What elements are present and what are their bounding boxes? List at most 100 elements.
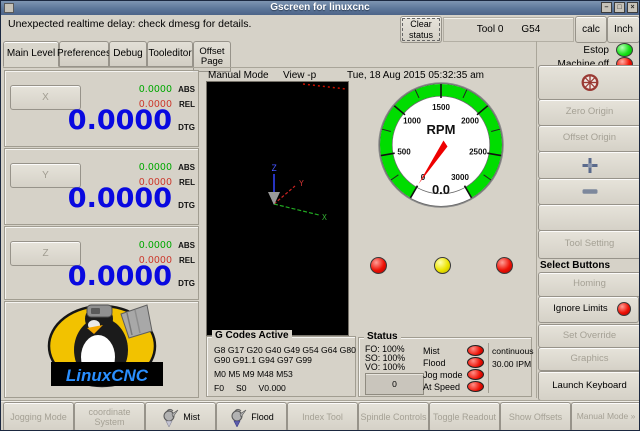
axis-x-frame: X 0.0000 ABS 0.0000 REL 0.0000 DTG: [4, 70, 199, 147]
estop-led: [616, 43, 633, 57]
speed-word: S0: [236, 383, 247, 393]
coordinate-system-button[interactable]: coordinate System: [74, 402, 145, 431]
homing-button[interactable]: Homing: [538, 272, 640, 297]
units-button[interactable]: Inch: [607, 16, 640, 43]
feed-word: F0: [214, 383, 224, 393]
abs-label: ABS: [178, 85, 195, 94]
status-divider: [488, 343, 489, 393]
z-axis-label: Z: [271, 164, 277, 174]
tool-number: Tool 0: [477, 24, 504, 35]
velocity-word: V0.000: [259, 383, 286, 393]
axis-z-frame: Z 0.0000 ABS 0.0000 REL 0.0000 DTG: [4, 226, 199, 300]
blank-button[interactable]: [538, 204, 640, 231]
y-axis-label: Y: [299, 179, 304, 188]
tool-setting-button[interactable]: Tool Setting: [538, 230, 640, 259]
svg-text:3000: 3000: [451, 173, 469, 182]
linuxcnc-logo: LinuxCNC: [5, 302, 198, 397]
gremlin-preview[interactable]: Z Y X: [206, 81, 349, 336]
x-axis-line: [274, 204, 319, 215]
rpm-gauge: 0 500 1000 1500 2000 2500 3000 RPM 0.0: [377, 80, 505, 210]
cross-move-icon: [581, 156, 599, 175]
bottom-divider: [1, 400, 639, 401]
svg-text:2000: 2000: [461, 117, 479, 126]
estop-label: Estop: [529, 45, 609, 56]
tool-cone-icon: [268, 192, 280, 205]
tab-main-level[interactable]: Main Level: [3, 41, 59, 67]
maximize-icon[interactable]: □: [614, 2, 625, 13]
manual-mode-button[interactable]: Manual Mode »: [571, 402, 640, 431]
gauge-title: RPM: [427, 122, 456, 137]
set-override-button[interactable]: Set Override: [538, 324, 640, 348]
sidebar-divider: [536, 41, 537, 398]
spindle-stop-led: [496, 257, 513, 274]
flood-status-label: Flood: [423, 358, 446, 368]
calc-button[interactable]: calc: [575, 16, 607, 43]
jog-mode-led: [467, 369, 484, 380]
jog-mode-label: Jog mode: [423, 370, 463, 380]
graphics-button[interactable]: Graphics: [538, 347, 640, 371]
gcode-line: G90 G91.1 G94 G97 G99: [214, 355, 312, 365]
flood-oilcan-icon: [229, 408, 247, 427]
rel-label: REL: [179, 178, 195, 187]
spindle-controls-button[interactable]: Spindle Controls: [358, 402, 429, 431]
toggle-readout-button[interactable]: Toggle Readout: [429, 402, 500, 431]
abs-label: ABS: [178, 241, 195, 250]
zero-origin-button[interactable]: Zero Origin: [538, 99, 640, 126]
override-spinbox[interactable]: 0: [365, 373, 424, 395]
spindle-fault-led: [370, 257, 387, 274]
gcodes-frame: G Codes Active G8 G17 G20 G40 G49 G54 G6…: [206, 336, 356, 397]
rel-label: REL: [179, 256, 195, 265]
titlebar[interactable]: Gscreen for linuxcnc – □ ×: [1, 1, 639, 15]
lifebuoy-icon: [581, 73, 599, 92]
abs-label: ABS: [178, 163, 195, 172]
x-axis-label: X: [322, 213, 327, 222]
tab-preferences[interactable]: Preferences: [59, 41, 109, 67]
svg-text:500: 500: [397, 148, 411, 157]
gcode-line: G8 G17 G20 G40 G49 G54 G64 G80: [214, 345, 356, 355]
mode-label: Manual Mode: [208, 70, 269, 81]
show-offsets-button[interactable]: Show Offsets: [500, 402, 571, 431]
tab-debug[interactable]: Debug: [109, 41, 147, 67]
gcode-system: G54: [521, 24, 540, 35]
axis-x-dtg-value: 0.0000: [68, 107, 172, 134]
svg-text:2500: 2500: [469, 148, 487, 157]
flood-button[interactable]: Flood: [216, 402, 287, 431]
app-window: Gscreen for linuxcnc – □ × Unexpected re…: [0, 0, 640, 431]
gcodes-title: G Codes Active: [212, 330, 292, 341]
fsv-line: F0 S0 V0.000: [214, 383, 286, 393]
flood-button-label: Flood: [251, 412, 274, 422]
zero-dtg-button[interactable]: [538, 178, 640, 205]
axis-y-frame: Y 0.0000 ABS 0.0000 REL 0.0000 DTG: [4, 148, 199, 225]
jog-rate-value: 30.00 IPM: [492, 359, 531, 369]
launch-keyboard-button[interactable]: Launch Keyboard: [538, 371, 640, 401]
svg-text:1500: 1500: [432, 103, 450, 112]
svg-text:1000: 1000: [403, 117, 421, 126]
axis-y-abs-value: 0.0000: [139, 162, 172, 173]
minimize-icon[interactable]: –: [601, 2, 612, 13]
offset-origin-button[interactable]: Offset Origin: [538, 125, 640, 152]
at-speed-led: [467, 381, 484, 392]
clear-status-button[interactable]: Clear status: [400, 16, 442, 43]
home-all-button[interactable]: [538, 65, 640, 100]
jogging-mode-button[interactable]: Jogging Mode: [3, 402, 74, 431]
tab-tooleditor[interactable]: Tooleditor: [147, 41, 193, 67]
move-to-button[interactable]: [538, 151, 640, 179]
window-title: Gscreen for linuxcnc: [1, 1, 639, 15]
at-speed-label: At Speed: [423, 382, 460, 392]
dash-icon: [581, 182, 599, 201]
logo-caption: LinuxCNC: [66, 366, 149, 385]
flood-led: [467, 357, 484, 368]
select-buttons-label: Select Buttons: [540, 260, 610, 271]
notebook-border: [3, 67, 534, 68]
status-title: Status: [364, 331, 401, 342]
dtg-label: DTG: [178, 279, 195, 288]
mist-button[interactable]: Mist: [145, 402, 216, 431]
preview-axes: Z Y X: [207, 82, 348, 335]
index-tool-button[interactable]: Index Tool: [287, 402, 358, 431]
close-icon[interactable]: ×: [627, 2, 638, 13]
status-frame: Status FO: 100% SO: 100% VO: 100% 0 Mist…: [358, 337, 532, 397]
mist-oilcan-icon: [161, 408, 179, 427]
velocity-override: VO: 100%: [365, 362, 405, 372]
axis-z-abs-value: 0.0000: [139, 240, 172, 251]
view-label: View -p: [283, 70, 316, 81]
